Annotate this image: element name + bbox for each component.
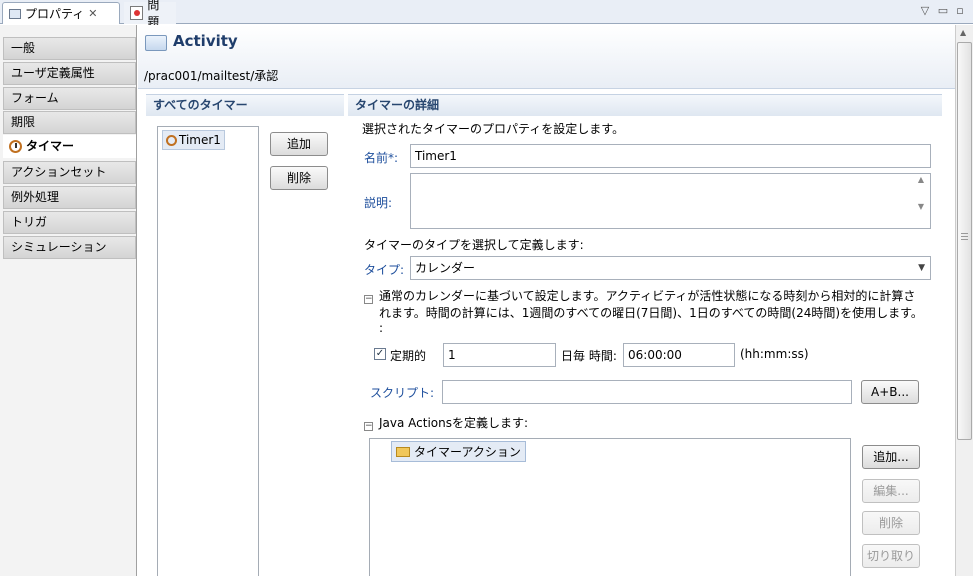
delete-timer-button[interactable]: 削除 (270, 166, 328, 190)
cut-action-button[interactable]: 切り取り (862, 544, 920, 568)
periodic-label: 定期的 (390, 349, 427, 363)
nav-item-user-attributes[interactable]: ユーザ定義属性 (3, 62, 136, 85)
problems-icon (130, 6, 144, 20)
nav-item-general[interactable]: 一般 (3, 37, 136, 60)
script-field[interactable] (442, 380, 852, 404)
action-tree[interactable]: タイマーアクション (369, 438, 851, 576)
script-editor-button[interactable]: A+B... (861, 380, 919, 404)
scroll-up-icon[interactable]: ▲ (960, 28, 966, 37)
edit-action-button[interactable]: 編集... (862, 479, 920, 503)
type-label: タイプ: (364, 263, 405, 277)
time-format-hint: (hh:mm:ss) (740, 347, 809, 361)
calendar-description-line1: 通常のカレンダーに基づいて設定します。アクティビティが活性状態になる時刻から相対… (379, 289, 916, 303)
detail-intro: 選択されたタイマーのプロパティを設定します。 (362, 122, 625, 136)
calendar-collapse-toggle[interactable]: − (364, 290, 373, 304)
nav-item-exception[interactable]: 例外処理 (3, 186, 136, 209)
name-field[interactable]: Timer1 (410, 144, 931, 168)
name-label: 名前*: (364, 151, 399, 165)
script-label: スクリプト: (370, 386, 435, 400)
vertical-scrollbar[interactable]: ▲ (955, 25, 973, 576)
activity-icon (145, 35, 167, 51)
close-icon[interactable]: ✕ (88, 7, 97, 20)
chevron-down-icon[interactable]: ▼ (918, 257, 925, 279)
tab-properties[interactable]: プロパティ ✕ (2, 2, 120, 24)
collapse-icon[interactable]: − (364, 422, 373, 431)
nav-item-trigger[interactable]: トリガ (3, 211, 136, 234)
description-scrollbar[interactable]: ▲ ▼ (913, 175, 929, 227)
description-field[interactable] (410, 173, 931, 229)
type-select[interactable]: カレンダー ▼ (410, 256, 931, 280)
list-item[interactable]: Timer1 (162, 130, 225, 150)
nav-item-simulation[interactable]: シミュレーション (3, 236, 136, 259)
clock-icon (9, 140, 22, 153)
add-timer-button[interactable]: 追加 (270, 132, 328, 156)
type-select-value: カレンダー (415, 261, 476, 275)
nav-item-deadline[interactable]: 期限 (3, 111, 136, 134)
nav-item-form[interactable]: フォーム (3, 87, 136, 110)
periodic-checkbox[interactable]: ✓ (374, 348, 386, 360)
section-nav: 一般 ユーザ定義属性 フォーム 期限 タイマー アクションセット 例外処理 トリ… (0, 25, 137, 576)
add-action-button[interactable]: 追加... (862, 445, 920, 469)
page-header: Activity /prac001/mailtest/承認 (138, 25, 955, 89)
tree-item-label: タイマーアクション (414, 445, 521, 459)
collapse-icon[interactable]: − (364, 295, 373, 304)
description-label: 説明: (364, 196, 393, 210)
calendar-description-line2: れます。時間の計算には、1週間のすべての曜日(7日間)、1日のすべての時間(24… (379, 306, 923, 320)
clock-icon (166, 134, 177, 146)
nav-item-action-set[interactable]: アクションセット (3, 161, 136, 184)
timer-detail-title: タイマーの詳細 (348, 94, 942, 116)
restore-icon[interactable]: ▫ (953, 4, 967, 17)
time-field[interactable]: 06:00:00 (623, 343, 735, 367)
every-day-time-label: 日毎 時間: (561, 349, 617, 363)
tree-item[interactable]: タイマーアクション (391, 441, 526, 462)
periodic-days-field[interactable]: 1 (443, 343, 556, 367)
delete-action-button[interactable]: 削除 (862, 511, 920, 535)
timer-name: Timer1 (179, 133, 221, 147)
view-menu-icon[interactable]: ▽ (918, 4, 932, 17)
view-tab-bar: プロパティ ✕ 問題 ▽ ▭ ▫ (0, 0, 973, 29)
timer-list[interactable]: Timer1 (157, 126, 259, 576)
nav-item-timer[interactable]: タイマー (3, 135, 136, 158)
tab-properties-label: プロパティ (25, 7, 85, 21)
page-title: Activity (173, 32, 238, 50)
nav-item-timer-label: タイマー (26, 139, 75, 153)
java-actions-collapse-toggle[interactable]: − (364, 417, 373, 431)
type-intro: タイマーのタイプを選択して定義します: (364, 238, 584, 252)
java-actions-label: Java Actionsを定義します: (379, 416, 529, 430)
properties-icon (9, 8, 21, 19)
all-timers-title: すべてのタイマー (146, 94, 344, 116)
scrollbar-thumb[interactable] (957, 42, 972, 440)
minimize-icon[interactable]: ▭ (936, 4, 950, 17)
grip-icon (961, 233, 968, 234)
tab-problems[interactable]: 問題 (124, 0, 176, 29)
calendar-description-line3: : (379, 321, 384, 335)
breadcrumb: /prac001/mailtest/承認 (144, 69, 279, 83)
folder-icon (396, 446, 410, 457)
